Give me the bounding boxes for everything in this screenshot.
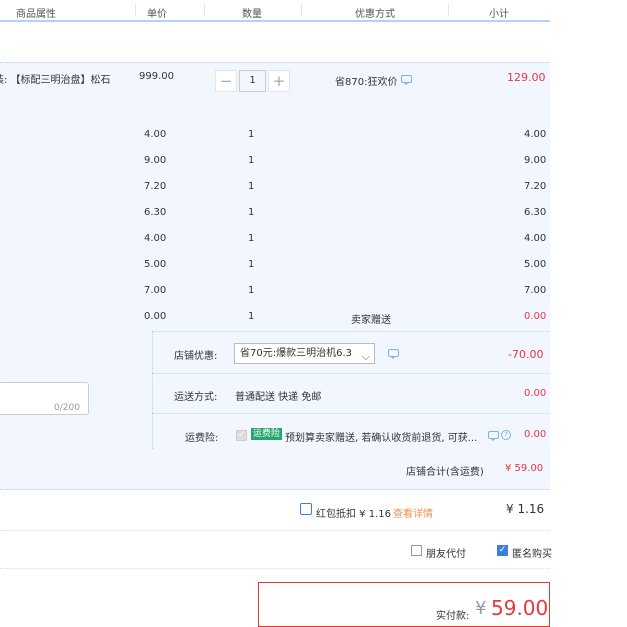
shop-total-label: 店铺合计(含运费) [406,467,484,478]
shop-discount-selected: 省70元:爆款三明治机6.3 [240,348,352,359]
sub-item-subtotal: 7.00 [524,285,547,296]
header-separator [204,4,206,16]
chat-icon[interactable] [388,349,399,359]
sub-item-discount: 卖家赠送 [351,315,391,326]
shop-discount-label: 店铺优惠: [174,351,218,362]
item-discount: 省870:狂欢价 [335,77,398,88]
redpacket-label: 红包抵扣 ¥ 1.16 [316,509,391,520]
shipping-value: 普通配送 快递 免邮 [235,392,322,403]
qty-input[interactable]: 1 [239,70,266,92]
chevron-down-icon: ⌵ [361,350,370,363]
insurance-tag: 运费险 [251,428,283,440]
quantity-stepper[interactable]: − 1 + [215,70,290,92]
help-icon[interactable]: ? [501,430,511,440]
sub-item-price: 7.20 [144,181,167,192]
item-price: 999.00 [139,71,174,82]
insurance-checkbox[interactable]: ✓ [236,430,247,441]
payment-currency: ¥ [475,598,487,619]
shop-discount-value: -70.00 [508,348,544,361]
friend-pay-label: 朋友代付 [426,549,466,560]
shop-discount-select[interactable]: 省70元:爆款三明治机6.3 ⌵ [234,343,375,364]
message-counter: 0/200 [54,403,80,413]
divider [152,373,550,374]
sub-item-qty: 1 [248,181,255,192]
redpacket-detail-link[interactable]: 查看详情 [393,505,433,520]
col-qty-header: 数量 [242,9,262,20]
insurance-price: 0.00 [524,429,547,440]
sub-item-subtotal: 7.20 [524,181,547,192]
payment-box: 实付款: ¥ 59.00 [258,582,550,627]
sub-item-subtotal: 4.00 [524,233,547,244]
sub-item-price: 9.00 [144,155,167,166]
qty-plus-button[interactable]: + [268,70,290,92]
item-group [0,62,550,332]
sub-item-qty: 1 [248,311,255,322]
divider [152,331,154,449]
shipping-price: 0.00 [524,388,547,399]
sub-item-subtotal: 6.30 [524,207,547,218]
chat-icon[interactable] [488,431,499,441]
sub-item-qty: 1 [248,155,255,166]
header-separator [448,4,450,16]
divider [152,413,550,414]
sub-item-price: 6.30 [144,207,167,218]
insurance-text: 预划算卖家赠送, 若确认收货前退货, 可获... [285,433,478,444]
redpacket-value: ¥ 1.16 [506,502,545,516]
divider [0,530,550,531]
sub-item-qty: 1 [248,129,255,140]
sub-item-qty: 1 [248,259,255,270]
sub-item-price: 0.00 [144,311,167,322]
anonymous-checkbox[interactable]: ✓ [497,545,508,556]
payment-amount: 59.00 [491,596,549,620]
shipping-label: 运送方式: [174,392,218,403]
col-subtotal-header: 小计 [489,9,509,20]
item-name[interactable]: 装: 【标配三明治盘】松石 [0,71,111,86]
sub-item-price: 7.00 [144,285,167,296]
sub-item-price: 5.00 [144,259,167,270]
sub-item-qty: 1 [248,207,255,218]
table-header: 商品属性 单价 数量 优惠方式 小计 [0,0,550,22]
insurance-label: 运费险: [185,433,219,444]
sub-item-subtotal: 4.00 [524,129,547,140]
header-separator [135,4,137,16]
sub-item-subtotal: 5.00 [524,259,547,270]
sub-item-subtotal: 0.00 [524,311,547,322]
shop-total-value: ¥ 59.00 [505,463,544,474]
divider [0,568,550,569]
header-separator [301,4,303,16]
sub-item-subtotal: 9.00 [524,155,547,166]
redpacket-checkbox[interactable] [300,503,312,515]
friend-pay-checkbox[interactable] [411,545,422,556]
col-discount-header: 优惠方式 [355,9,395,20]
sub-item-qty: 1 [248,285,255,296]
anonymous-label: 匿名购买 [512,549,552,560]
qty-minus-button[interactable]: − [215,70,237,92]
chat-icon[interactable] [401,75,412,85]
item-subtotal: 129.00 [507,71,546,84]
sub-item-price: 4.00 [144,129,167,140]
col-price-header: 单价 [147,9,167,20]
col-attr-header: 商品属性 [16,9,56,20]
sub-item-price: 4.00 [144,233,167,244]
payment-label: 实付款: [436,611,470,622]
sub-item-qty: 1 [248,233,255,244]
